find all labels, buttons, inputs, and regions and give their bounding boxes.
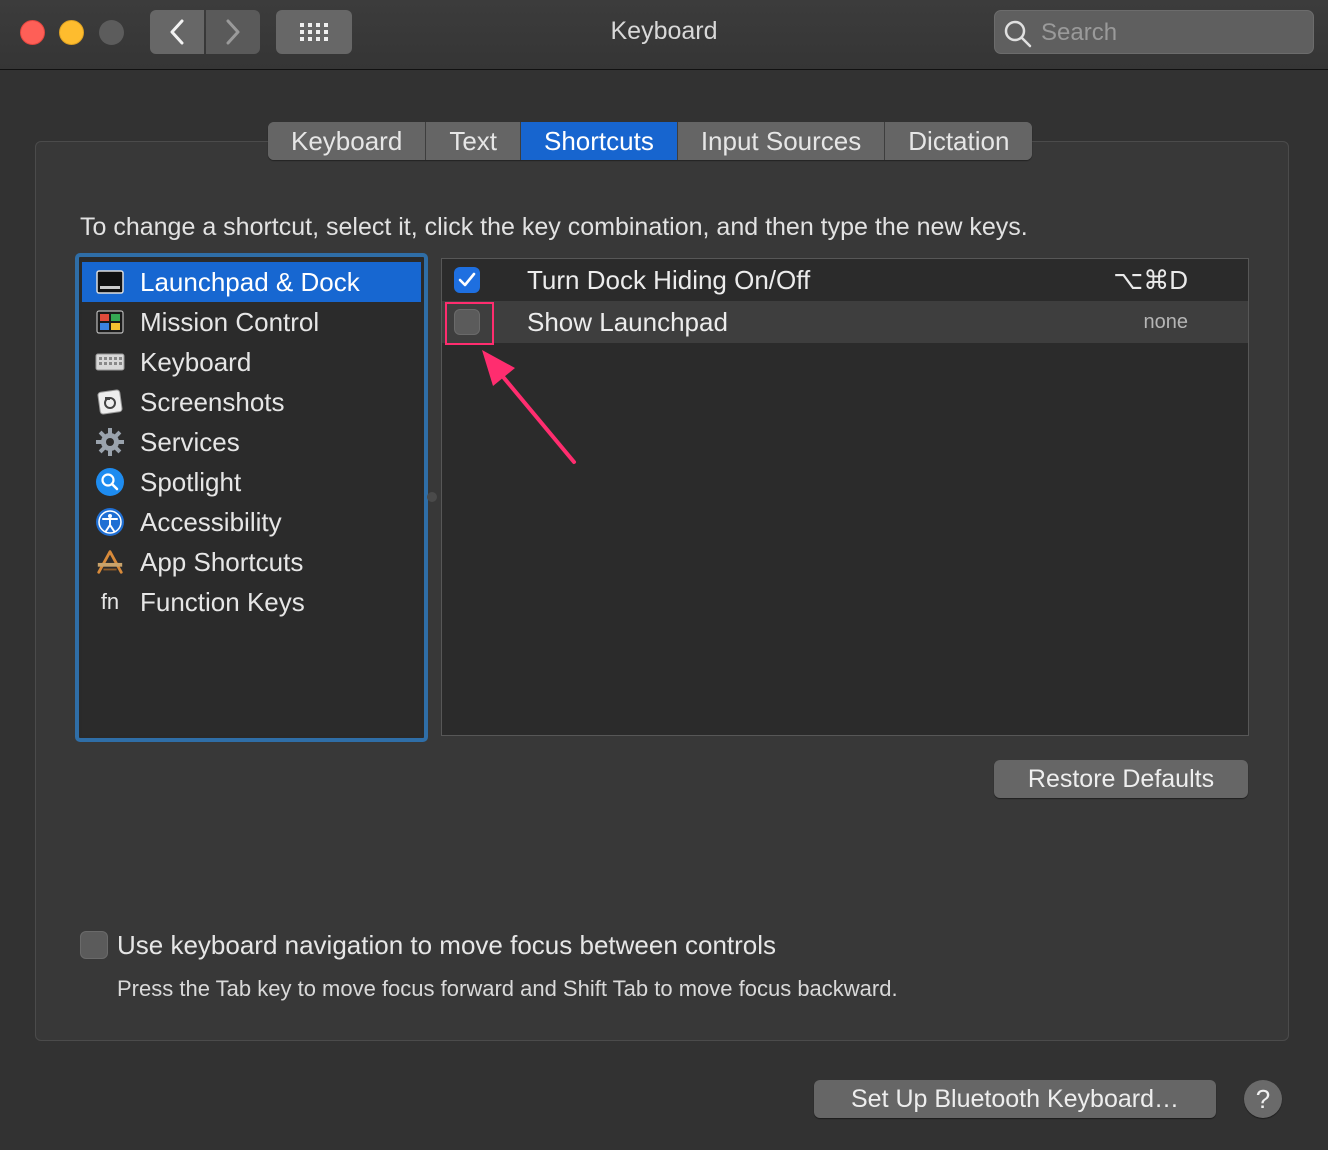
category-label: Services [140,426,240,457]
category-item-app-shortcuts[interactable]: App Shortcuts [82,542,421,582]
shortcut-category-list[interactable]: Launchpad & Dock Mission Control Keyboar… [75,253,428,742]
shortcut-row[interactable]: Turn Dock Hiding On/Off ⌥⌘D [442,259,1248,301]
search-field[interactable] [994,10,1314,54]
title-bar: Keyboard [0,0,1328,70]
help-button[interactable]: ? [1244,1080,1282,1118]
category-item-accessibility[interactable]: Accessibility [82,502,421,542]
split-view-divider[interactable] [427,492,437,502]
keyboard-navigation-label[interactable]: Use keyboard navigation to move focus be… [117,930,776,961]
category-label: Launchpad & Dock [140,266,360,297]
category-item-keyboard[interactable]: Keyboard [82,342,421,382]
category-label: Function Keys [140,586,305,617]
category-item-mission-control[interactable]: Mission Control [82,302,421,342]
category-label: App Shortcuts [140,546,304,577]
launchpad-dock-icon [95,267,125,297]
category-label: Mission Control [140,306,320,337]
tab-text[interactable]: Text [426,122,521,160]
category-list-body: Launchpad & Dock Mission Control Keyboar… [82,260,421,735]
accessibility-icon [95,507,125,537]
checkmark-icon [458,272,476,287]
shortcut-keys[interactable]: ⌥⌘D [1113,265,1188,296]
category-item-services[interactable]: Services [82,422,421,462]
tab-shortcuts[interactable]: Shortcuts [521,122,678,160]
category-item-spotlight[interactable]: Spotlight [82,462,421,502]
search-input[interactable] [1039,17,1303,49]
tab-dictation[interactable]: Dictation [885,122,1033,160]
restore-defaults-button[interactable]: Restore Defaults [994,760,1248,798]
category-label: Spotlight [140,466,242,497]
category-item-launchpad-dock[interactable]: Launchpad & Dock [82,262,421,302]
shortcut-name: Show Launchpad [527,306,728,337]
spotlight-icon [95,467,125,497]
tab-keyboard[interactable]: Keyboard [268,122,427,160]
screenshot-icon [95,387,125,417]
category-item-function-keys[interactable]: fn Function Keys [82,582,421,622]
tab-input-sources[interactable]: Input Sources [677,122,886,160]
keyboard-icon [95,347,125,377]
search-icon [1004,20,1032,48]
shortcut-list[interactable]: Turn Dock Hiding On/Off ⌥⌘D Show Launchp… [441,258,1249,736]
gear-icon [95,427,125,457]
instruction-text: To change a shortcut, select it, click t… [80,213,1028,241]
fn-icon: fn [100,589,120,614]
annotation-highlight-box [445,302,494,345]
tab-bar: Keyboard Text Shortcuts Input Sources Di… [268,122,1033,160]
app-shortcuts-icon [95,547,125,577]
category-item-screenshots[interactable]: Screenshots [82,382,421,422]
keyboard-navigation-hint: Press the Tab key to move focus forward … [117,976,898,1001]
keyboard-navigation-checkbox[interactable] [80,931,108,959]
shortcut-keys[interactable]: none [1144,311,1189,334]
category-label: Accessibility [140,506,282,537]
category-label: Screenshots [140,386,285,417]
setup-bluetooth-keyboard-button[interactable]: Set Up Bluetooth Keyboard… [814,1080,1216,1118]
annotation-arrow-icon [482,350,576,464]
shortcut-enable-checkbox[interactable] [454,267,480,293]
mission-control-icon [95,307,125,337]
category-label: Keyboard [140,346,252,377]
shortcut-name: Turn Dock Hiding On/Off [527,264,811,295]
shortcut-row[interactable]: Show Launchpad none [442,301,1248,343]
